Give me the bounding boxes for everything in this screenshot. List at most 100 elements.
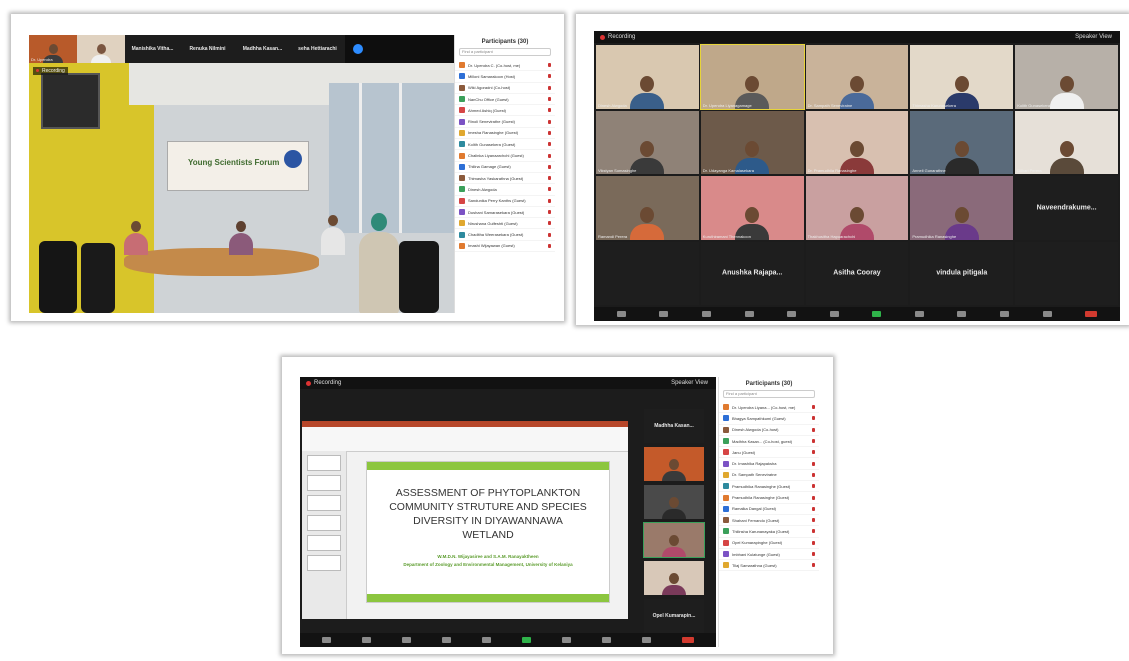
video-tile[interactable] <box>1015 241 1118 305</box>
slide-thumbnail[interactable] <box>307 495 341 511</box>
reactions-icon[interactable] <box>999 311 1009 317</box>
video-icon[interactable] <box>361 637 371 643</box>
participant-row[interactable]: Dr. Imashika Rajapaksha <box>719 458 819 470</box>
video-tile[interactable]: Dr. Upendra Liyanagamage <box>699 44 805 110</box>
strip-tile[interactable]: Madhha Kasan... <box>235 35 290 63</box>
participant-row[interactable]: Bhagya Sampathkumi (Guest) <box>719 413 819 425</box>
strip-tile[interactable]: seha Hettiarachi <box>290 35 345 63</box>
participant-row[interactable]: Dushani Samarasekara (Guest) <box>455 207 555 219</box>
participant-row[interactable]: Thilina Gamage (Guest) <box>455 162 555 173</box>
participant-row[interactable]: Pramudhika Ranasinghe (Guest) <box>719 481 819 493</box>
strip-tile[interactable]: Dr. Upendra <box>29 35 77 63</box>
end-meeting-button[interactable] <box>682 637 695 643</box>
breakout-rooms-icon[interactable] <box>957 311 967 317</box>
security-icon[interactable] <box>701 311 711 317</box>
video-tile[interactable]: Dr. Udayanga Kamalasekara <box>700 110 804 174</box>
chat-icon[interactable] <box>481 637 491 643</box>
video-tile[interactable]: Madhha Kasan... <box>644 409 704 443</box>
video-tile[interactable]: vindula pitigala <box>910 241 1014 305</box>
slide-thumbnail[interactable] <box>307 535 341 551</box>
slide-thumbnail[interactable] <box>307 555 341 571</box>
participant-row[interactable]: Ahmed Ashiq (Guest) <box>455 105 555 117</box>
participant-row[interactable]: Pramudhila Ranasinghe (Guest) <box>719 492 819 504</box>
participant-name: Imbhani Kulatunge (Guest) <box>732 551 780 557</box>
strip-tile[interactable]: Manishika Vitha... <box>125 35 180 63</box>
video-tile[interactable]: Thakhusitha Hapuarachchi <box>805 176 909 240</box>
participant-row[interactable]: Sandunika Perry Kanths (Guest) <box>455 196 555 207</box>
strip-tile[interactable]: Renuka Nilmini <box>180 35 235 63</box>
video-tile[interactable]: Naveendrakume... <box>1015 176 1118 240</box>
participant-row[interactable]: Dr. Upendra C. (Co-host, me) <box>455 60 555 72</box>
participant-row[interactable]: Chalinka Liyanaarchchi (Guest) <box>455 150 555 162</box>
video-tile[interactable]: Anneli Gunarathne <box>910 110 1014 174</box>
record-icon[interactable] <box>914 311 924 317</box>
reactions-icon[interactable] <box>602 637 612 643</box>
slide-thumbnail[interactable] <box>307 475 341 491</box>
video-tile[interactable] <box>596 241 699 305</box>
video-tile[interactable]: Anushka Rajapa... <box>700 241 804 305</box>
polls-icon[interactable] <box>787 311 797 317</box>
video-tile[interactable] <box>644 485 704 519</box>
participant-row[interactable]: Dr. Upendra Liyana... (Co-host, me) <box>719 402 819 414</box>
participant-row[interactable]: Dinesh Alwgoda (Co-host) <box>719 425 819 436</box>
strip-tile[interactable] <box>77 35 125 63</box>
participant-row[interactable]: Thimasha Yaskarathna (Guest) <box>455 173 555 185</box>
participant-row[interactable]: Milloni Samarakoon (Host) <box>455 71 555 83</box>
mute-icon[interactable] <box>321 637 331 643</box>
video-tile[interactable]: Ramandi Perera <box>596 176 699 240</box>
participant-row[interactable]: Dinesh Alwgoda <box>455 184 555 196</box>
participant-row[interactable]: Chaditha Weerasekara (Guest) <box>455 229 555 241</box>
speaker-view-button[interactable]: Speaker View <box>671 380 708 386</box>
participant-row[interactable]: Ramalka Dangal (Guest) <box>719 504 819 515</box>
participant-row[interactable]: Opel Kumarapinghe (Guest) <box>719 538 819 549</box>
video-tile[interactable]: Pramudhika Ranasinghe <box>910 176 1014 240</box>
screenshot-3: Recording Speaker View ASSESSMENT OF PHY… <box>282 357 833 654</box>
participant-row[interactable]: Madhha Kasan... (Co-host, guest) <box>719 436 819 448</box>
participants-icon[interactable] <box>744 311 754 317</box>
share-screen-icon[interactable] <box>872 311 882 317</box>
participant-row[interactable]: Imbhani Kulatunge (Guest) <box>719 549 819 561</box>
participant-row[interactable]: Imesha Ranasinghe (Guest) <box>455 128 555 140</box>
participant-search-input[interactable]: Find a participant <box>723 390 815 398</box>
video-tile[interactable]: Dilhari Perera <box>1015 110 1118 174</box>
share-screen-icon[interactable] <box>522 637 532 643</box>
video-tile[interactable]: Kuruthiramani Thennakoon <box>700 176 804 240</box>
mute-icon[interactable] <box>616 311 626 317</box>
participants-icon[interactable] <box>441 637 451 643</box>
video-tile[interactable]: Dr. Pramudhila Ranasinghe <box>805 110 909 174</box>
participant-row[interactable]: NanChu Office (Guest) <box>455 94 555 106</box>
video-tile[interactable]: Thimasha Karunasekera <box>910 45 1014 109</box>
participant-row[interactable]: Kolith Gunasekera (Guest) <box>455 139 555 151</box>
chat-icon[interactable] <box>829 311 839 317</box>
participant-row[interactable]: Imashi Wijayawan (Guest) <box>455 241 555 253</box>
more-icon[interactable] <box>642 637 652 643</box>
video-tile[interactable]: Vikstyan Somasinghe <box>596 110 699 174</box>
video-tile[interactable]: Dinesh Alwgoda <box>596 45 699 109</box>
participant-row[interactable]: Rinoli Senevirathe (Guest) <box>455 116 555 128</box>
speaker-view-button[interactable]: Speaker View <box>1075 34 1112 40</box>
participant-row[interactable]: Shahani Fernando (Guest) <box>719 515 819 527</box>
end-meeting-button[interactable] <box>1085 311 1098 317</box>
video-tile[interactable] <box>643 522 705 558</box>
video-tile[interactable]: Kolith Gunasekera <box>1015 45 1118 109</box>
participant-row[interactable]: Nirushana Gulfeshti (Guest) <box>455 218 555 230</box>
more-icon[interactable] <box>1042 311 1052 317</box>
security-icon[interactable] <box>401 637 411 643</box>
video-tile[interactable]: Opel Kumarapin... <box>644 599 704 633</box>
participant-row[interactable]: Thilinsha Karunanayaka (Guest) <box>719 526 819 538</box>
video-tile[interactable] <box>644 447 704 481</box>
video-tile[interactable] <box>644 561 704 595</box>
participant-row[interactable]: Janu (Guest) <box>719 447 819 459</box>
participant-row[interactable]: Wiki Agoradni (Co-host) <box>455 83 555 94</box>
next-page-icon[interactable] <box>353 44 363 54</box>
meeting-toolbar <box>594 307 1120 321</box>
video-icon[interactable] <box>659 311 669 317</box>
record-icon[interactable] <box>562 637 572 643</box>
participant-row[interactable]: Dr. Sampath Seneviratne <box>719 470 819 482</box>
video-tile[interactable]: Dr. Sampath Seneviratne <box>805 45 909 109</box>
slide-thumbnail[interactable] <box>307 455 341 471</box>
participant-row[interactable]: Tilaj Samarathna (Guest) <box>719 560 819 572</box>
participant-search-input[interactable]: Find a participant <box>459 48 551 56</box>
slide-thumbnail[interactable] <box>307 515 341 531</box>
video-tile[interactable]: Asitha Cooray <box>805 241 909 305</box>
